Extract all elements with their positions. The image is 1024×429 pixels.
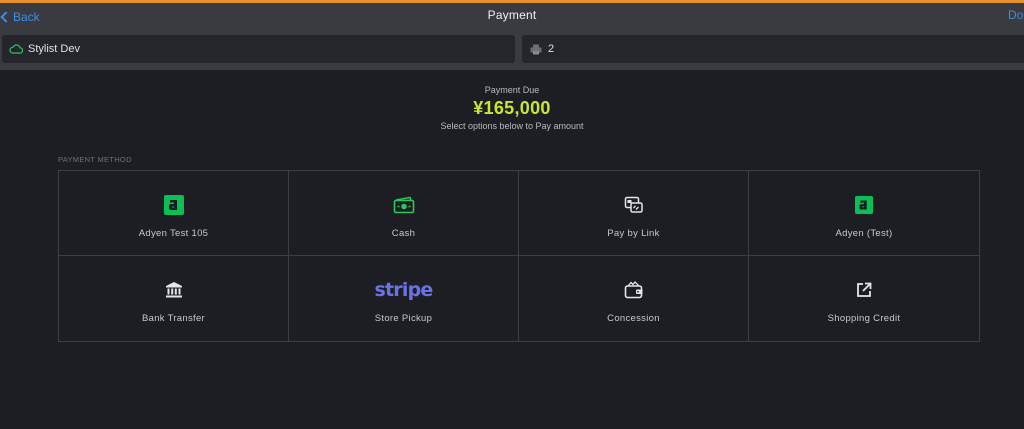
payment-method-heading: PAYMENT METHOD bbox=[58, 155, 132, 164]
method-label: Concession bbox=[607, 313, 660, 324]
method-label: Adyen (Test) bbox=[835, 227, 893, 239]
toolbar: Stylist Dev 2 bbox=[0, 31, 1024, 70]
payment-hint: Select options below to Pay amount bbox=[440, 121, 584, 131]
method-label: Cash bbox=[391, 227, 416, 239]
method-bank-transfer[interactable]: Bank Transfer bbox=[59, 256, 289, 341]
payment-method-grid: Adyen Test 105 Cash Pay by Link Adyen (T… bbox=[58, 170, 980, 342]
printer-value: 2 bbox=[548, 43, 555, 55]
store-label: Stylist Dev bbox=[28, 43, 80, 55]
method-shopping-credit[interactable]: Shopping Credit bbox=[749, 256, 979, 341]
method-label: Pay by Link bbox=[607, 227, 660, 239]
method-label: Adyen Test 105 bbox=[138, 227, 209, 239]
method-label: Shopping Credit bbox=[827, 313, 901, 324]
printer-icon bbox=[529, 42, 543, 56]
payment-due-label: Payment Due bbox=[484, 85, 540, 95]
store-selector[interactable]: Stylist Dev bbox=[2, 35, 515, 63]
adyen-logo-icon bbox=[163, 192, 184, 218]
method-label: Bank Transfer bbox=[141, 313, 206, 324]
printer-selector[interactable]: 2 bbox=[522, 35, 1024, 63]
page-title: Payment bbox=[487, 8, 537, 22]
wallet-icon bbox=[624, 277, 644, 303]
bank-icon bbox=[165, 277, 183, 303]
method-store-pickup[interactable]: stripe Store Pickup bbox=[289, 256, 519, 341]
pay-by-link-icon bbox=[624, 192, 644, 218]
method-cash[interactable]: Cash bbox=[289, 171, 519, 256]
payment-due-block: Payment Due ¥165,000 Select options belo… bbox=[0, 85, 1024, 131]
method-label: Store Pickup bbox=[374, 313, 433, 324]
method-adyen-test-105[interactable]: Adyen Test 105 bbox=[59, 171, 289, 256]
payment-due-amount: ¥165,000 bbox=[473, 98, 551, 118]
cash-icon bbox=[393, 192, 415, 218]
cloud-icon bbox=[9, 42, 23, 56]
done-button[interactable]: Done bbox=[1008, 8, 1024, 22]
stripe-logo-icon: stripe bbox=[374, 277, 434, 303]
stripe-logo-text: stripe bbox=[374, 279, 434, 301]
method-pay-by-link[interactable]: Pay by Link bbox=[519, 171, 749, 256]
adyen-logo-icon bbox=[855, 192, 873, 218]
method-concession[interactable]: Concession bbox=[519, 256, 749, 341]
nav-bar: Back Payment Done bbox=[0, 3, 1024, 31]
external-link-icon bbox=[856, 277, 872, 303]
method-adyen-test[interactable]: Adyen (Test) bbox=[749, 171, 979, 256]
